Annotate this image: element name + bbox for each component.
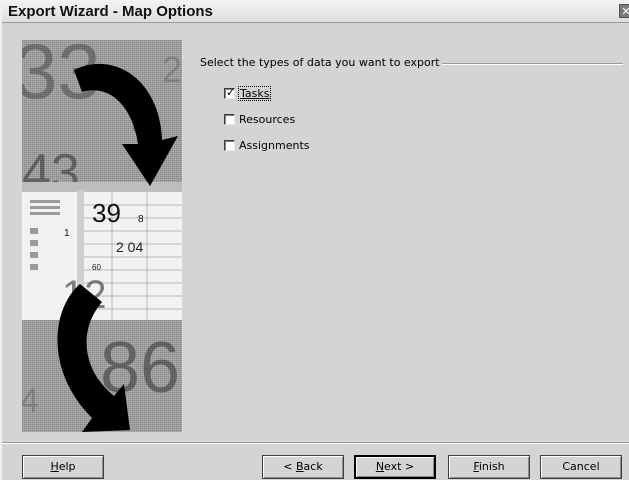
resources-checkbox[interactable]: Resources (224, 111, 295, 127)
title-bar[interactable]: Export Wizard - Map Options ✕ (2, 0, 629, 23)
button-mnemonic: H (50, 460, 59, 473)
illustration-number: 2 04 (116, 239, 143, 255)
illustration-number: 2 (162, 49, 182, 90)
checkbox-label-text: Assignments (239, 138, 310, 152)
window-title: Export Wizard - Map Options (8, 3, 213, 20)
next-button[interactable]: Next > (354, 455, 436, 479)
illustration-number: 39 (92, 198, 121, 228)
help-button[interactable]: Help (22, 455, 104, 479)
finish-button[interactable]: Finish (448, 455, 530, 479)
button-prefix: < (283, 460, 296, 473)
checkbox-label-text: Tasks (240, 86, 270, 100)
group-divider (442, 63, 623, 65)
button-separator (2, 442, 629, 444)
tasks-checkbox[interactable]: ✓ Tasks (224, 85, 272, 101)
illustration-number: 1 (64, 228, 70, 239)
wizard-illustration: 33 2 7 43 39 8 1 (22, 40, 182, 432)
button-mnemonic: B (296, 460, 304, 473)
checkbox-box[interactable] (224, 113, 235, 125)
assignments-checkbox[interactable]: Assignments (224, 137, 310, 153)
checkbox-label[interactable]: Resources (239, 113, 295, 126)
button-text: Cancel (562, 460, 600, 473)
illustration-number: 8 (138, 214, 144, 225)
cancel-button[interactable]: Cancel (540, 455, 622, 479)
group-label: Select the types of data you want to exp… (200, 56, 440, 69)
checkbox-box[interactable] (224, 139, 235, 151)
button-text: ack (303, 460, 323, 473)
checkbox-label[interactable]: Assignments (239, 139, 310, 152)
button-text: elp (58, 460, 76, 473)
button-text: ext > (384, 460, 415, 473)
check-icon: ✓ (226, 85, 236, 99)
checkbox-box[interactable]: ✓ (224, 85, 236, 99)
button-mnemonic: N (375, 460, 385, 473)
illustration-graphic: 33 2 7 43 39 8 1 (22, 40, 182, 432)
export-wizard-window: Export Wizard - Map Options ✕ 33 2 7 43 (0, 0, 629, 480)
spreadsheet-header (22, 182, 182, 192)
checkbox-label-text: Resources (239, 112, 296, 126)
close-icon[interactable]: ✕ (619, 4, 629, 18)
illustration-number: 60 (92, 263, 101, 272)
illustration-number: 4 (22, 382, 39, 420)
button-text: inish (478, 460, 505, 473)
back-button[interactable]: < Back (262, 455, 344, 479)
checkbox-label[interactable]: Tasks (237, 85, 272, 101)
